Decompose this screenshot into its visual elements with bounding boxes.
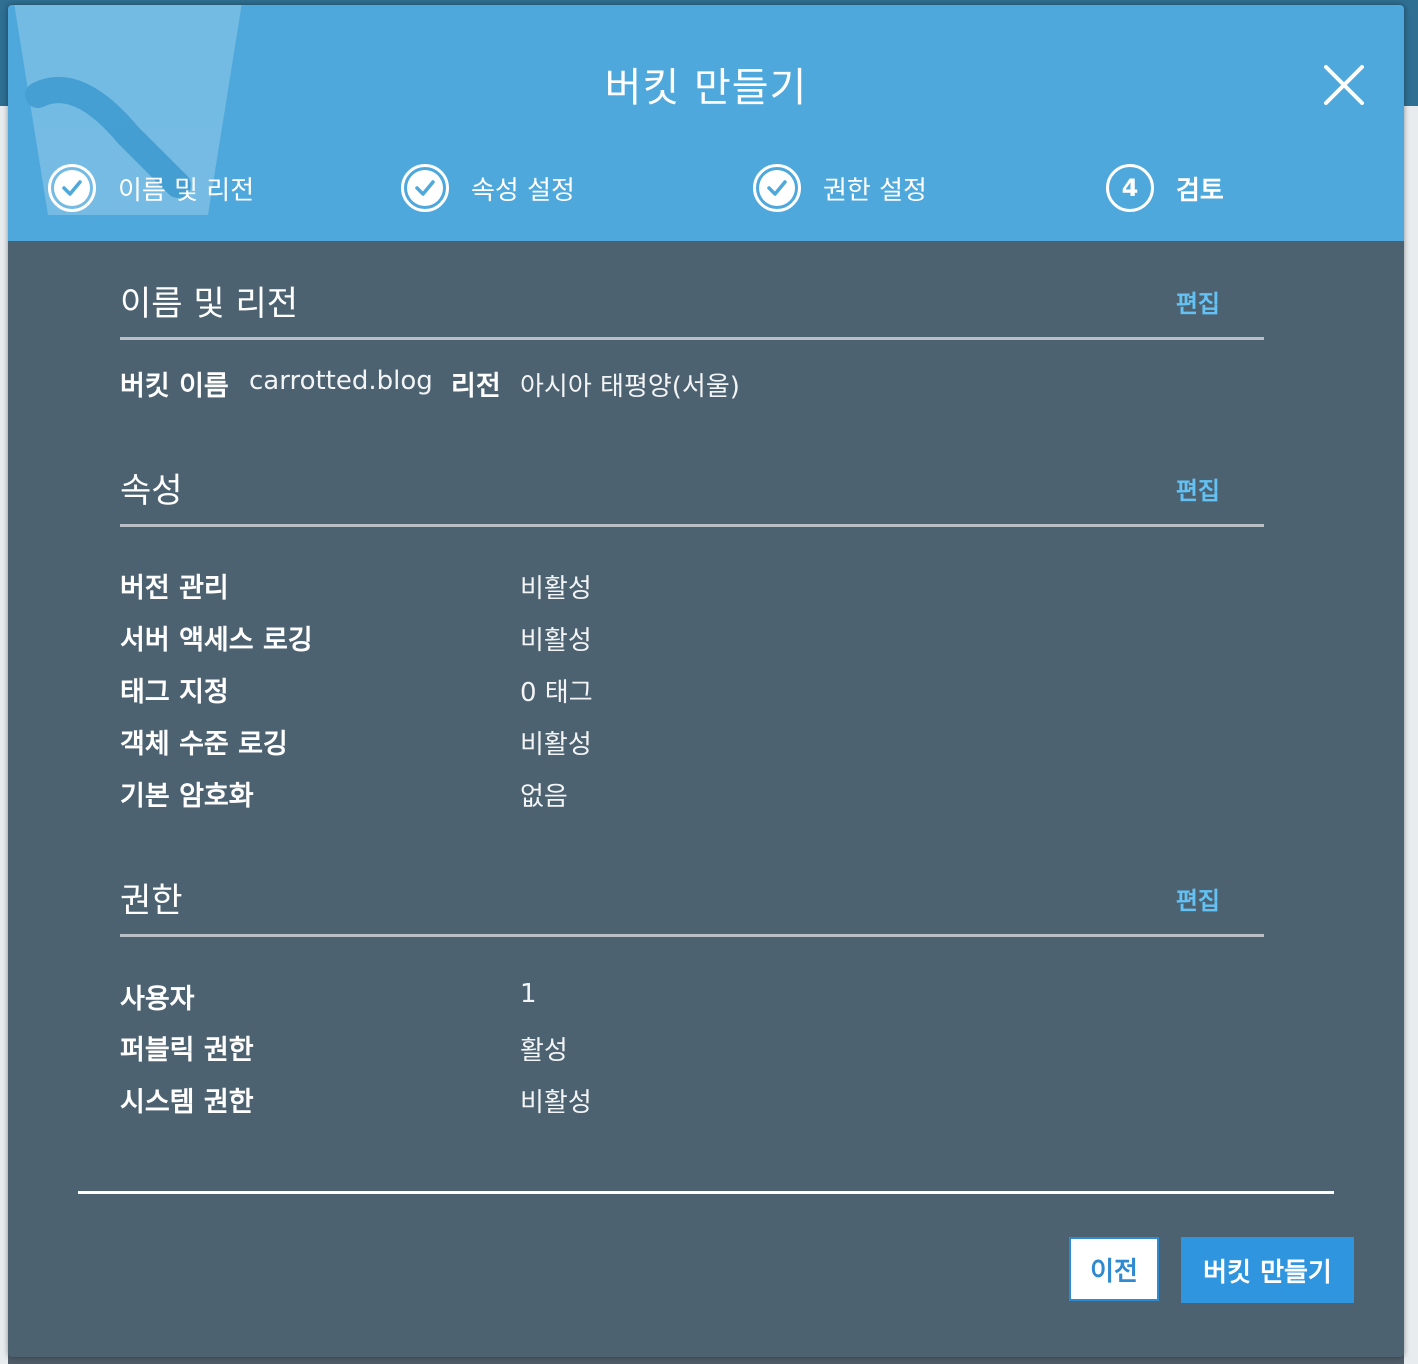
- system-permissions-label: 시스템 권한: [120, 1087, 254, 1118]
- tagging-label: 태그 지정: [120, 677, 229, 708]
- users-label: 사용자: [120, 984, 195, 1015]
- step-label: 검토: [1176, 175, 1224, 206]
- default-encryption-label: 기본 암호화: [120, 781, 254, 812]
- access-logging-label: 서버 액세스 로깅: [120, 625, 313, 656]
- step-complete-icon: [48, 164, 96, 212]
- section-title: 권한: [120, 881, 183, 921]
- section-permissions-header: 권한 편집: [120, 874, 1264, 937]
- section-title: 이름 및 리전: [120, 284, 299, 324]
- check-icon: [62, 180, 82, 196]
- step-properties[interactable]: 속성 설정: [401, 161, 575, 215]
- close-icon[interactable]: [1322, 63, 1366, 107]
- create-bucket-modal: 버킷 만들기 이름 및 리전 속성 설정 권한 설정 4 검토 이름 및 리전 …: [8, 5, 1404, 1357]
- bucket-name-value: carrotted.blog: [249, 366, 433, 396]
- step-label: 이름 및 리전: [118, 175, 255, 206]
- object-logging-label: 객체 수준 로깅: [120, 729, 288, 760]
- step-complete-icon: [401, 164, 449, 212]
- previous-button[interactable]: 이전: [1069, 1237, 1159, 1301]
- footer-divider: [78, 1191, 1334, 1194]
- bucket-name-label: 버킷 이름: [120, 371, 229, 402]
- backdrop-right-strip: [1404, 106, 1418, 1364]
- backdrop-left-strip: [0, 106, 8, 1364]
- edit-name-region-link[interactable]: 편집: [1176, 284, 1220, 319]
- section-properties-header: 속성 편집: [120, 464, 1264, 527]
- section-title: 속성: [120, 471, 183, 511]
- create-bucket-button[interactable]: 버킷 만들기: [1181, 1237, 1354, 1303]
- default-encryption-value: 없음: [520, 782, 568, 812]
- versioning-value: 비활성: [520, 574, 592, 604]
- access-logging-value: 비활성: [520, 626, 592, 656]
- versioning-label: 버전 관리: [120, 573, 229, 604]
- users-value: 1: [520, 979, 537, 1009]
- system-permissions-value: 비활성: [520, 1088, 592, 1118]
- region-label: 리전: [451, 371, 501, 402]
- step-label: 권한 설정: [823, 175, 927, 206]
- modal-title: 버킷 만들기: [604, 65, 808, 111]
- check-icon: [767, 180, 787, 196]
- check-icon: [415, 180, 435, 196]
- modal-header: 버킷 만들기 이름 및 리전 속성 설정 권한 설정 4 검토: [8, 5, 1404, 241]
- section-name-region-header: 이름 및 리전 편집: [120, 277, 1264, 340]
- region-value: 아시아 태평양(서울): [520, 372, 740, 402]
- step-name-region[interactable]: 이름 및 리전: [48, 161, 254, 215]
- step-review: 4 검토: [1106, 161, 1224, 215]
- step-permissions[interactable]: 권한 설정: [753, 161, 927, 215]
- public-permissions-value: 활성: [520, 1036, 568, 1066]
- edit-properties-link[interactable]: 편집: [1176, 471, 1220, 506]
- step-complete-icon: [753, 164, 801, 212]
- object-logging-value: 비활성: [520, 730, 592, 760]
- edit-permissions-link[interactable]: 편집: [1176, 881, 1220, 916]
- step-number-badge: 4: [1106, 164, 1154, 212]
- tagging-value: 0 태그: [520, 678, 593, 708]
- step-label: 속성 설정: [471, 175, 575, 206]
- public-permissions-label: 퍼블릭 권한: [120, 1035, 254, 1066]
